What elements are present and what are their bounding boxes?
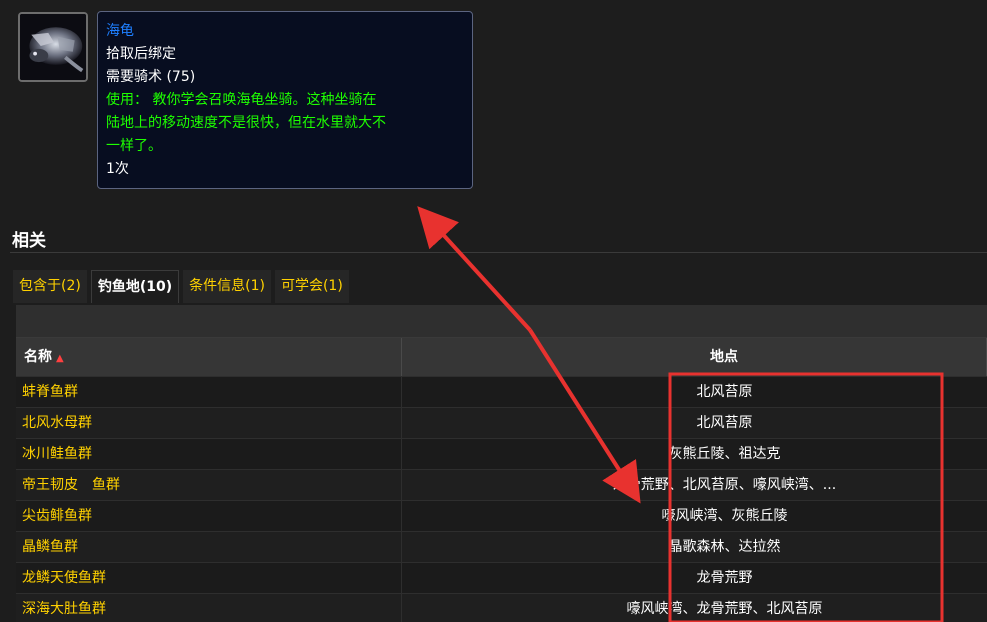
sort-asc-icon: ▲ xyxy=(56,353,64,364)
fishing-spot-name-link[interactable]: 晶鳞鱼群 xyxy=(16,532,402,562)
column-header-name-label: 名称 xyxy=(24,349,52,365)
item-name: 海龟 xyxy=(106,23,134,39)
item-use-line-1: 使用： 教你学会召唤海龟坐骑。这种坐骑在 xyxy=(106,92,377,108)
table-header: 名称 ▲ 地点 xyxy=(16,338,987,376)
table-row: 晶鳞鱼群 晶歌森林、达拉然 xyxy=(16,531,987,562)
related-divider xyxy=(10,252,987,253)
fishing-spot-name-link[interactable]: 深海大肚鱼群 xyxy=(16,594,402,622)
related-heading: 相关 xyxy=(12,231,46,251)
fishing-spot-location: 晶歌森林、达拉然 xyxy=(668,539,781,555)
fishing-spot-location: 灰熊丘陵、祖达克 xyxy=(668,446,781,462)
fishing-spot-location: 龙骨荒野、北风苔原、嚎风峡湾、... xyxy=(612,477,837,493)
fishing-spot-location: 北风苔原 xyxy=(696,415,753,431)
item-requirement: 需要骑术 (75) xyxy=(106,69,196,85)
fishing-spot-name-link[interactable]: 尖齿鲱鱼群 xyxy=(16,501,402,531)
tab-fishing-spots[interactable]: 钓鱼地(10) xyxy=(90,270,180,303)
table-row: 龙鳞天使鱼群 龙骨荒野 xyxy=(16,562,987,593)
table-row: 帝王韧皮 鱼群 龙骨荒野、北风苔原、嚎风峡湾、... xyxy=(16,469,987,500)
related-tabs: 包含于(2) 钓鱼地(10) 条件信息(1) 可学会(1) xyxy=(13,270,353,303)
item-use-line-3: 一样了。 xyxy=(106,138,162,154)
sea-turtle-icon xyxy=(18,12,88,82)
table-row: 尖齿鲱鱼群 嚎风峡湾、灰熊丘陵 xyxy=(16,500,987,531)
tab-conditions[interactable]: 条件信息(1) xyxy=(183,270,271,303)
table-row: 北风水母群 北风苔原 xyxy=(16,407,987,438)
column-header-location[interactable]: 地点 xyxy=(402,338,987,376)
table-body: 蚌脊鱼群 北风苔原 北风水母群 北风苔原 冰川鲑鱼群 灰熊丘陵、祖达克 帝王韧皮… xyxy=(16,376,987,622)
tab-taught-by[interactable]: 可学会(1) xyxy=(274,270,349,303)
column-header-name[interactable]: 名称 ▲ xyxy=(16,338,402,376)
item-use-line-2: 陆地上的移动速度不是很快，但在水里就大不 xyxy=(106,115,386,131)
item-tooltip: 海龟 拾取后绑定 需要骑术 (75) 使用： 教你学会召唤海龟坐骑。这种坐骑在 … xyxy=(97,11,473,189)
tab-contained-in[interactable]: 包含于(2) xyxy=(13,270,87,303)
fishing-spot-location: 嚎风峡湾、灰熊丘陵 xyxy=(661,508,788,524)
table-row: 蚌脊鱼群 北风苔原 xyxy=(16,376,987,407)
fishing-spot-location: 北风苔原 xyxy=(696,384,753,400)
fishing-spot-name-link[interactable]: 蚌脊鱼群 xyxy=(16,377,402,407)
fishing-spot-name-link[interactable]: 帝王韧皮 鱼群 xyxy=(16,470,402,500)
fishing-spot-name-link[interactable]: 北风水母群 xyxy=(16,408,402,438)
table-toolbar xyxy=(16,305,987,338)
fishing-spot-location: 龙骨荒野 xyxy=(696,570,753,586)
fishing-spot-location: 嚎风峡湾、龙骨荒野、北风苔原 xyxy=(626,601,823,617)
fishing-spot-name-link[interactable]: 冰川鲑鱼群 xyxy=(16,439,402,469)
table-row: 深海大肚鱼群 嚎风峡湾、龙骨荒野、北风苔原 xyxy=(16,593,987,622)
item-bind-type: 拾取后绑定 xyxy=(106,46,176,62)
table-row: 冰川鲑鱼群 灰熊丘陵、祖达克 xyxy=(16,438,987,469)
page: 海龟 拾取后绑定 需要骑术 (75) 使用： 教你学会召唤海龟坐骑。这种坐骑在 … xyxy=(0,0,987,622)
fishing-spots-table: 名称 ▲ 地点 蚌脊鱼群 北风苔原 北风水母群 北风苔原 冰川鲑鱼群 灰熊丘陵、祖… xyxy=(16,305,987,622)
item-charges: 1次 xyxy=(106,161,129,177)
fishing-spot-name-link[interactable]: 龙鳞天使鱼群 xyxy=(16,563,402,593)
